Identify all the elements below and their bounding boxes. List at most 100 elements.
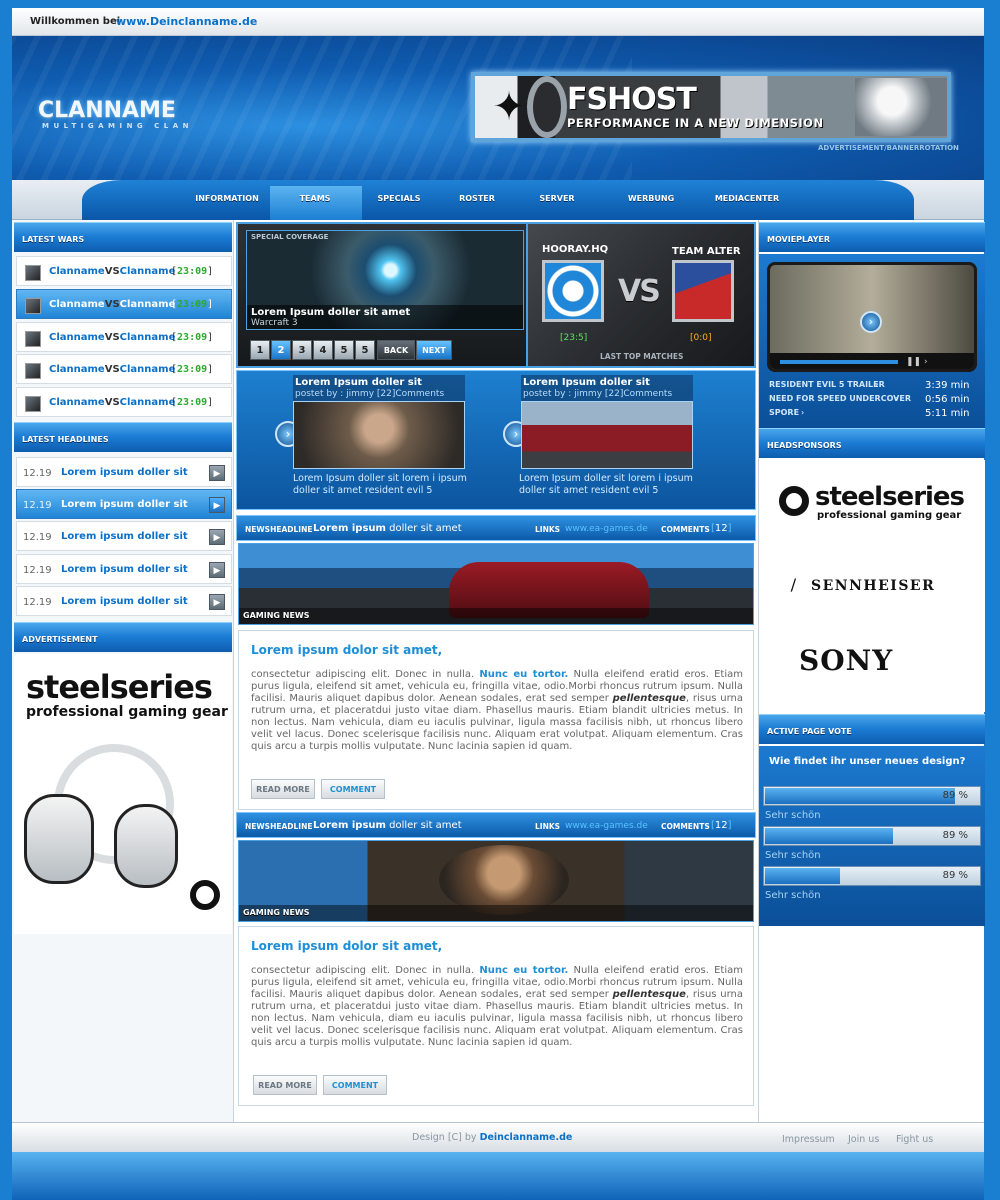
back-button[interactable]: BACK bbox=[377, 340, 415, 360]
mid-news-2-title[interactable]: Lorem Ipsum doller sit bbox=[523, 377, 650, 388]
bird-icon: ✦ bbox=[492, 84, 526, 130]
last-match-panel: HOORAY.HQ TEAM ALTER VS [23:5] [0:0] LAS… bbox=[526, 222, 756, 368]
chevron-right-icon[interactable]: ▶ bbox=[209, 465, 225, 481]
headline-date: 12.19 bbox=[23, 532, 52, 543]
news-link[interactable]: www.ea-games.de bbox=[565, 524, 648, 534]
page-button[interactable]: 5 bbox=[334, 340, 354, 360]
war-time: [23:09] bbox=[171, 266, 214, 277]
headline-row[interactable]: 12.19 Lorem ipsum doller sit ▶ bbox=[16, 586, 232, 616]
headsponsors-heading: HEADSPONSORS bbox=[759, 428, 985, 458]
mid-news-1-thumbnail[interactable] bbox=[293, 401, 465, 469]
footer: Design [C] by Deinclanname.de Impressum … bbox=[12, 1122, 984, 1152]
vote-option-bar[interactable]: 89 % bbox=[763, 866, 981, 886]
main-nav: INFORMATION TEAMS SPECIALS ROSTER SERVER… bbox=[12, 180, 984, 220]
nav-item-server[interactable]: SERVER bbox=[512, 194, 602, 203]
chevron-right-icon[interactable]: ▶ bbox=[209, 529, 225, 545]
movie-title[interactable]: SPORE bbox=[769, 408, 799, 417]
video-progress-bar[interactable] bbox=[780, 360, 898, 364]
movie-title[interactable]: NEED FOR SPEED UNDERCOVER bbox=[769, 394, 911, 403]
feature-image[interactable]: SPECIAL COVERAGE Lorem Ipsum doller sit … bbox=[246, 230, 524, 330]
war-teams: ClannameVSClanname bbox=[49, 364, 176, 375]
war-time: [23:09] bbox=[171, 397, 214, 408]
sponsor-sony[interactable]: SONY bbox=[799, 644, 893, 677]
footer-link-join-us[interactable]: Join us bbox=[848, 1134, 879, 1145]
news-image[interactable]: GAMING NEWS bbox=[238, 840, 754, 922]
banner-cloud-image bbox=[855, 78, 947, 136]
pause-icon[interactable]: ❚❚ bbox=[906, 357, 921, 367]
vote-option-bar[interactable]: 89 % bbox=[763, 786, 981, 806]
page-button[interactable]: 3 bbox=[292, 340, 312, 360]
footer-base bbox=[12, 1152, 984, 1200]
chevron-right-icon[interactable]: ▶ bbox=[209, 497, 225, 513]
news-link[interactable]: www.ea-games.de bbox=[565, 821, 648, 831]
banner-ad[interactable]: ✦ FSHOST PERFORMANCE IN A NEW DIMENSION bbox=[471, 72, 951, 142]
comments-label: COMMENTS bbox=[661, 822, 710, 831]
page-button[interactable]: 5 bbox=[355, 340, 375, 360]
read-more-button[interactable]: READ MORE bbox=[251, 779, 315, 799]
video-screen[interactable]: › ❚❚ › bbox=[767, 262, 977, 372]
vote-fill bbox=[765, 828, 894, 844]
news-headline-title[interactable]: Lorem ipsum doller sit amet bbox=[313, 523, 462, 534]
movieplayer-heading: MOVIEPLAYER bbox=[759, 222, 985, 252]
nav-item-werbung[interactable]: WERBUNG bbox=[606, 194, 696, 203]
vote-option-bar[interactable]: 89 % bbox=[763, 826, 981, 846]
article-body: consectetur adipiscing elit. Donec in nu… bbox=[251, 669, 743, 752]
headline-title: Lorem ipsum doller sit bbox=[61, 531, 188, 542]
vote-option-label[interactable]: Sehr schön bbox=[765, 850, 821, 861]
nav-item-information[interactable]: INFORMATION bbox=[182, 194, 272, 203]
steelseries-emblem-icon bbox=[779, 486, 809, 516]
game-icon bbox=[25, 331, 41, 347]
sponsor-steelseries[interactable]: steelseries bbox=[815, 482, 965, 512]
news-image[interactable]: GAMING NEWS bbox=[238, 543, 754, 625]
headline-row[interactable]: 12.19 Lorem ipsum doller sit ▶ bbox=[16, 489, 232, 519]
page-button[interactable]: 1 bbox=[250, 340, 270, 360]
headline-row[interactable]: 12.19 Lorem ipsum doller sit ▶ bbox=[16, 521, 232, 551]
comments-count[interactable]: [12] bbox=[711, 820, 732, 831]
footer-link-fight-us[interactable]: Fight us bbox=[896, 1134, 933, 1145]
page-button-active[interactable]: 2 bbox=[271, 340, 291, 360]
comment-button[interactable]: COMMENT bbox=[321, 779, 385, 799]
site-link[interactable]: www.Deinclanname.de bbox=[116, 15, 257, 28]
movie-title[interactable]: RESIDENT EVIL 5 TRAILER bbox=[769, 380, 885, 389]
chevron-right-icon[interactable]: ▶ bbox=[209, 594, 225, 610]
war-row[interactable]: ClannameVSClanname [23:09] bbox=[16, 354, 232, 384]
nav-item-teams[interactable]: TEAMS bbox=[270, 194, 360, 203]
mid-news-2-thumbnail[interactable] bbox=[521, 401, 693, 469]
headline-row[interactable]: 12.19 Lorem ipsum doller sit ▶ bbox=[16, 554, 232, 584]
chevron-right-icon[interactable]: ▶ bbox=[209, 562, 225, 578]
vote-option-label[interactable]: Sehr schön bbox=[765, 890, 821, 901]
mid-news-1-title[interactable]: Lorem Ipsum doller sit bbox=[295, 377, 422, 388]
headline-row[interactable]: 12.19 Lorem ipsum doller sit ▶ bbox=[16, 457, 232, 487]
footer-link-impressum[interactable]: Impressum bbox=[782, 1134, 835, 1145]
war-row[interactable]: ClannameVSClanname [23:09] bbox=[16, 289, 232, 319]
war-row[interactable]: ClannameVSClanname [23:09] bbox=[16, 322, 232, 352]
skip-icon[interactable]: › bbox=[924, 357, 928, 367]
news-headline-title[interactable]: Lorem ipsum doller sit amet bbox=[313, 820, 462, 831]
next-button[interactable]: NEXT bbox=[416, 340, 452, 360]
nav-item-roster[interactable]: ROSTER bbox=[432, 194, 522, 203]
team1-logo[interactable] bbox=[542, 260, 604, 322]
links-label: LINKS bbox=[535, 822, 561, 831]
welcome-text: Willkommen bei bbox=[30, 16, 121, 27]
page-button[interactable]: 4 bbox=[313, 340, 333, 360]
sponsors-panel: steelseries professional gaming gear ⧸ S… bbox=[759, 460, 985, 712]
clan-logo[interactable]: CLANNAME bbox=[38, 98, 176, 123]
comments-count[interactable]: [12] bbox=[711, 523, 732, 534]
comments-label: COMMENTS bbox=[661, 525, 710, 534]
nav-item-mediacenter[interactable]: MEDIACENTER bbox=[702, 194, 792, 203]
read-more-button[interactable]: READ MORE bbox=[253, 1075, 317, 1095]
vote-fill bbox=[765, 868, 840, 884]
war-teams: ClannameVSClanname bbox=[49, 332, 176, 343]
team2-logo[interactable] bbox=[672, 260, 734, 322]
war-row[interactable]: ClannameVSClanname [23:09] bbox=[16, 387, 232, 417]
play-icon[interactable]: › bbox=[860, 311, 882, 333]
sponsor-steelseries-tagline: professional gaming gear bbox=[817, 510, 962, 521]
war-row[interactable]: ClannameVSClanname [23:09] bbox=[16, 256, 232, 286]
news-article: Lorem ipsum dolor sit amet, consectetur … bbox=[238, 926, 754, 1106]
steelseries-ad[interactable]: steelseries professional gaming gear bbox=[14, 654, 232, 934]
comment-button[interactable]: COMMENT bbox=[323, 1075, 387, 1095]
sponsor-sennheiser[interactable]: SENNHEISER bbox=[811, 578, 935, 594]
article-body: consectetur adipiscing elit. Donec in nu… bbox=[251, 965, 743, 1048]
vote-option-label[interactable]: Sehr schön bbox=[765, 810, 821, 821]
nav-item-specials[interactable]: SPECIALS bbox=[354, 194, 444, 203]
